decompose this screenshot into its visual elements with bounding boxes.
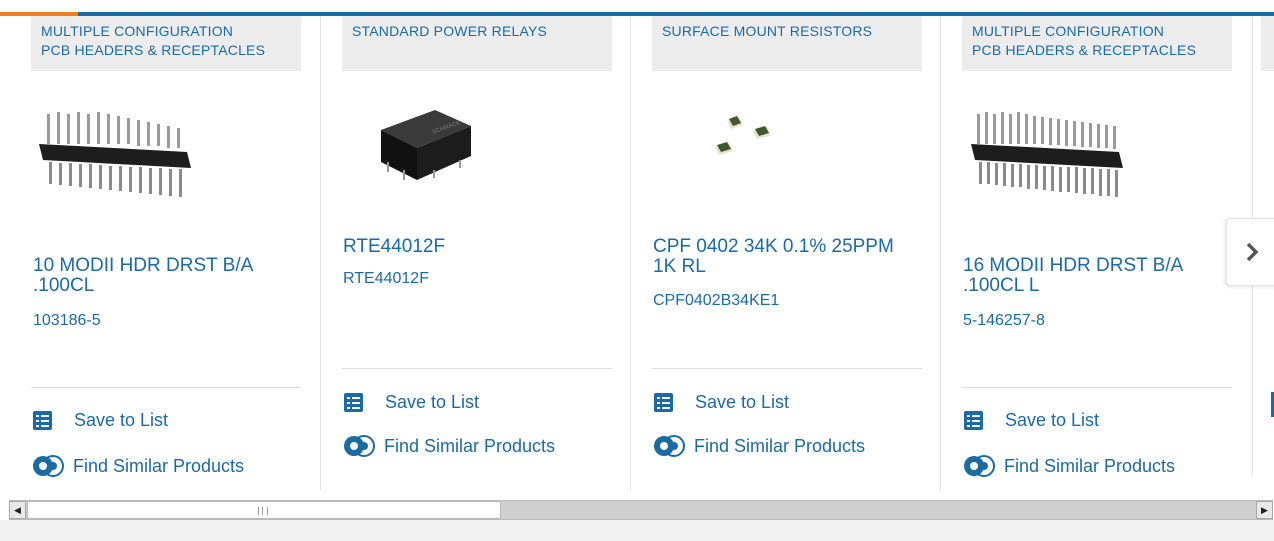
find-similar-label: Find Similar Products [73, 455, 245, 476]
find-similar-label: Find Similar Products [384, 435, 556, 456]
find-similar-icon [33, 455, 64, 477]
product-carousel: MULTIPLE CONFIGURATION PCB HEADERS & REC… [0, 16, 1274, 496]
category-line-1: SURFACE MOUNT RESISTORS [662, 23, 873, 39]
find-similar-icon [654, 435, 685, 457]
category-line-1: STANDARD POWER RELAYS [352, 23, 548, 39]
checklist-icon [654, 393, 673, 412]
category-tag[interactable]: SURFACE MOUNT RESISTORS [652, 16, 922, 71]
part-number-link[interactable]: 103186-5 [33, 311, 101, 331]
smd-resistor-image[interactable] [709, 111, 775, 166]
find-similar-button[interactable]: Find Similar Products [962, 454, 1175, 478]
find-similar-button[interactable]: Find Similar Products [652, 434, 865, 458]
pin-header-image[interactable] [37, 110, 195, 200]
product-card: SURFACE MOUNT RESISTORS CPF 0402 34K 0.1… [630, 16, 940, 491]
relay-image[interactable]: SCHRACK [373, 92, 478, 187]
pin-header-image[interactable] [969, 110, 1127, 200]
carousel-next-button[interactable] [1226, 218, 1274, 286]
save-to-list-label: Save to List [695, 392, 790, 412]
card-separator [652, 368, 922, 369]
title-line-2: 1K RL [653, 256, 706, 277]
checklist-icon [964, 411, 983, 430]
chevron-right-icon [1246, 242, 1259, 262]
title-line-1: RTE44012F [343, 236, 446, 257]
partial-category-tag [1261, 16, 1274, 71]
part-number-link[interactable]: CPF0402B34KE1 [653, 291, 779, 311]
checklist-icon [33, 411, 52, 430]
scroll-right-arrow-icon: ▶ [1261, 504, 1268, 515]
scroll-left-arrow-icon: ◀ [14, 504, 21, 515]
product-title-link[interactable]: CPF 0402 34K 0.1% 25PPM 1K RL [653, 237, 918, 277]
save-to-list-button[interactable]: Save to List [344, 392, 479, 413]
save-to-list-label: Save to List [74, 410, 169, 430]
save-to-list-button[interactable]: Save to List [33, 410, 168, 431]
category-tag[interactable]: MULTIPLE CONFIGURATION PCB HEADERS & REC… [31, 16, 301, 71]
find-similar-button[interactable]: Find Similar Products [342, 434, 555, 458]
find-similar-label: Find Similar Products [694, 435, 866, 456]
card-separator [342, 368, 612, 369]
scroll-right-button[interactable]: ▶ [1256, 501, 1273, 519]
checklist-icon [344, 393, 363, 412]
category-tag[interactable]: MULTIPLE CONFIGURATION PCB HEADERS & REC… [962, 16, 1232, 71]
category-line-2: PCB HEADERS & RECEPTACLES [41, 42, 266, 58]
title-line-2: .100CL L [963, 275, 1040, 296]
save-to-list-label: Save to List [1005, 410, 1100, 430]
category-line-2: PCB HEADERS & RECEPTACLES [972, 42, 1197, 58]
scrollbar-thumb[interactable] [27, 501, 501, 519]
product-title-link[interactable]: 16 MODII HDR DRST B/A .100CL L [963, 256, 1228, 296]
save-to-list-label: Save to List [385, 392, 480, 412]
product-title-link[interactable]: RTE44012F [343, 237, 608, 257]
save-to-list-button[interactable]: Save to List [654, 392, 789, 413]
product-title-link[interactable]: 10 MODII HDR DRST B/A .100CL [33, 256, 298, 296]
product-card: MULTIPLE CONFIGURATION PCB HEADERS & REC… [940, 16, 1252, 491]
category-tag[interactable]: STANDARD POWER RELAYS [342, 16, 612, 71]
title-line-1: 10 MODII HDR DRST B/A [33, 255, 254, 276]
card-separator [31, 387, 301, 388]
product-card: STANDARD POWER RELAYS SCHRACK RTE44012F … [320, 16, 630, 491]
title-line-1: CPF 0402 34K 0.1% 25PPM [653, 236, 894, 257]
find-similar-icon [964, 455, 995, 477]
part-number-link[interactable]: RTE44012F [343, 269, 429, 289]
save-to-list-button[interactable]: Save to List [964, 410, 1099, 431]
title-line-2: .100CL [33, 275, 95, 296]
category-line-1: MULTIPLE CONFIGURATION [41, 23, 234, 39]
find-similar-label: Find Similar Products [1004, 455, 1176, 476]
scrollbar-grip [258, 507, 268, 515]
find-similar-button[interactable]: Find Similar Products [31, 454, 244, 478]
find-similar-icon [344, 435, 375, 457]
page-footer-strip [0, 520, 1274, 541]
card-separator [962, 387, 1232, 388]
category-line-1: MULTIPLE CONFIGURATION [972, 23, 1165, 39]
horizontal-scrollbar[interactable]: ◀ ▶ [9, 500, 1273, 520]
scroll-left-button[interactable]: ◀ [9, 501, 26, 519]
title-line-1: 16 MODII HDR DRST B/A [963, 255, 1184, 276]
product-card: MULTIPLE CONFIGURATION PCB HEADERS & REC… [31, 16, 321, 491]
part-number-link[interactable]: 5-146257-8 [963, 311, 1045, 331]
